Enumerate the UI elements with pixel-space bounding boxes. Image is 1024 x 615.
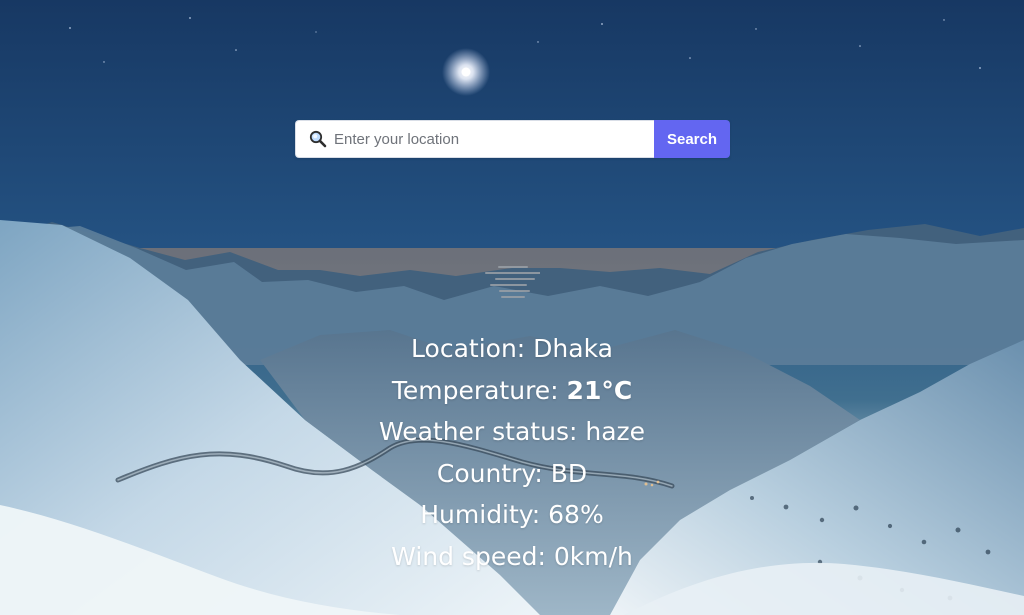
wind-speed-line: Wind speed: 0km/h bbox=[0, 536, 1024, 578]
humidity-value: 68% bbox=[548, 500, 604, 529]
temperature-line: Temperature: 21°C bbox=[0, 370, 1024, 412]
temperature-value: 21°C bbox=[566, 375, 633, 405]
weather-status-label: Weather status: bbox=[378, 417, 586, 446]
location-value: Dhaka bbox=[533, 334, 613, 363]
search-bar: Search bbox=[295, 120, 730, 158]
country-line: Country: BD bbox=[0, 453, 1024, 495]
country-label: Country: bbox=[436, 458, 551, 488]
country-value: BD bbox=[550, 458, 588, 488]
search-box[interactable] bbox=[295, 120, 654, 158]
weather-details: Location: Dhaka Temperature: 21°C Weathe… bbox=[0, 328, 1024, 577]
weather-status-line: Weather status: haze bbox=[0, 411, 1024, 453]
search-button[interactable]: Search bbox=[654, 120, 730, 158]
humidity-label: Humidity: bbox=[420, 500, 549, 529]
weather-app-screen: Search Location: Dhaka Temperature: 21°C… bbox=[0, 0, 1024, 615]
location-input[interactable] bbox=[334, 130, 634, 148]
weather-status-value: haze bbox=[585, 417, 646, 446]
search-icon bbox=[308, 129, 328, 149]
haze-icon bbox=[485, 266, 540, 298]
location-line: Location: Dhaka bbox=[0, 328, 1024, 370]
temperature-label: Temperature: bbox=[391, 375, 567, 405]
location-label: Location: bbox=[411, 334, 534, 363]
humidity-line: Humidity: 68% bbox=[0, 494, 1024, 536]
wind-speed-label: Wind speed: bbox=[391, 541, 554, 571]
wind-speed-value: 0km/h bbox=[553, 541, 633, 571]
